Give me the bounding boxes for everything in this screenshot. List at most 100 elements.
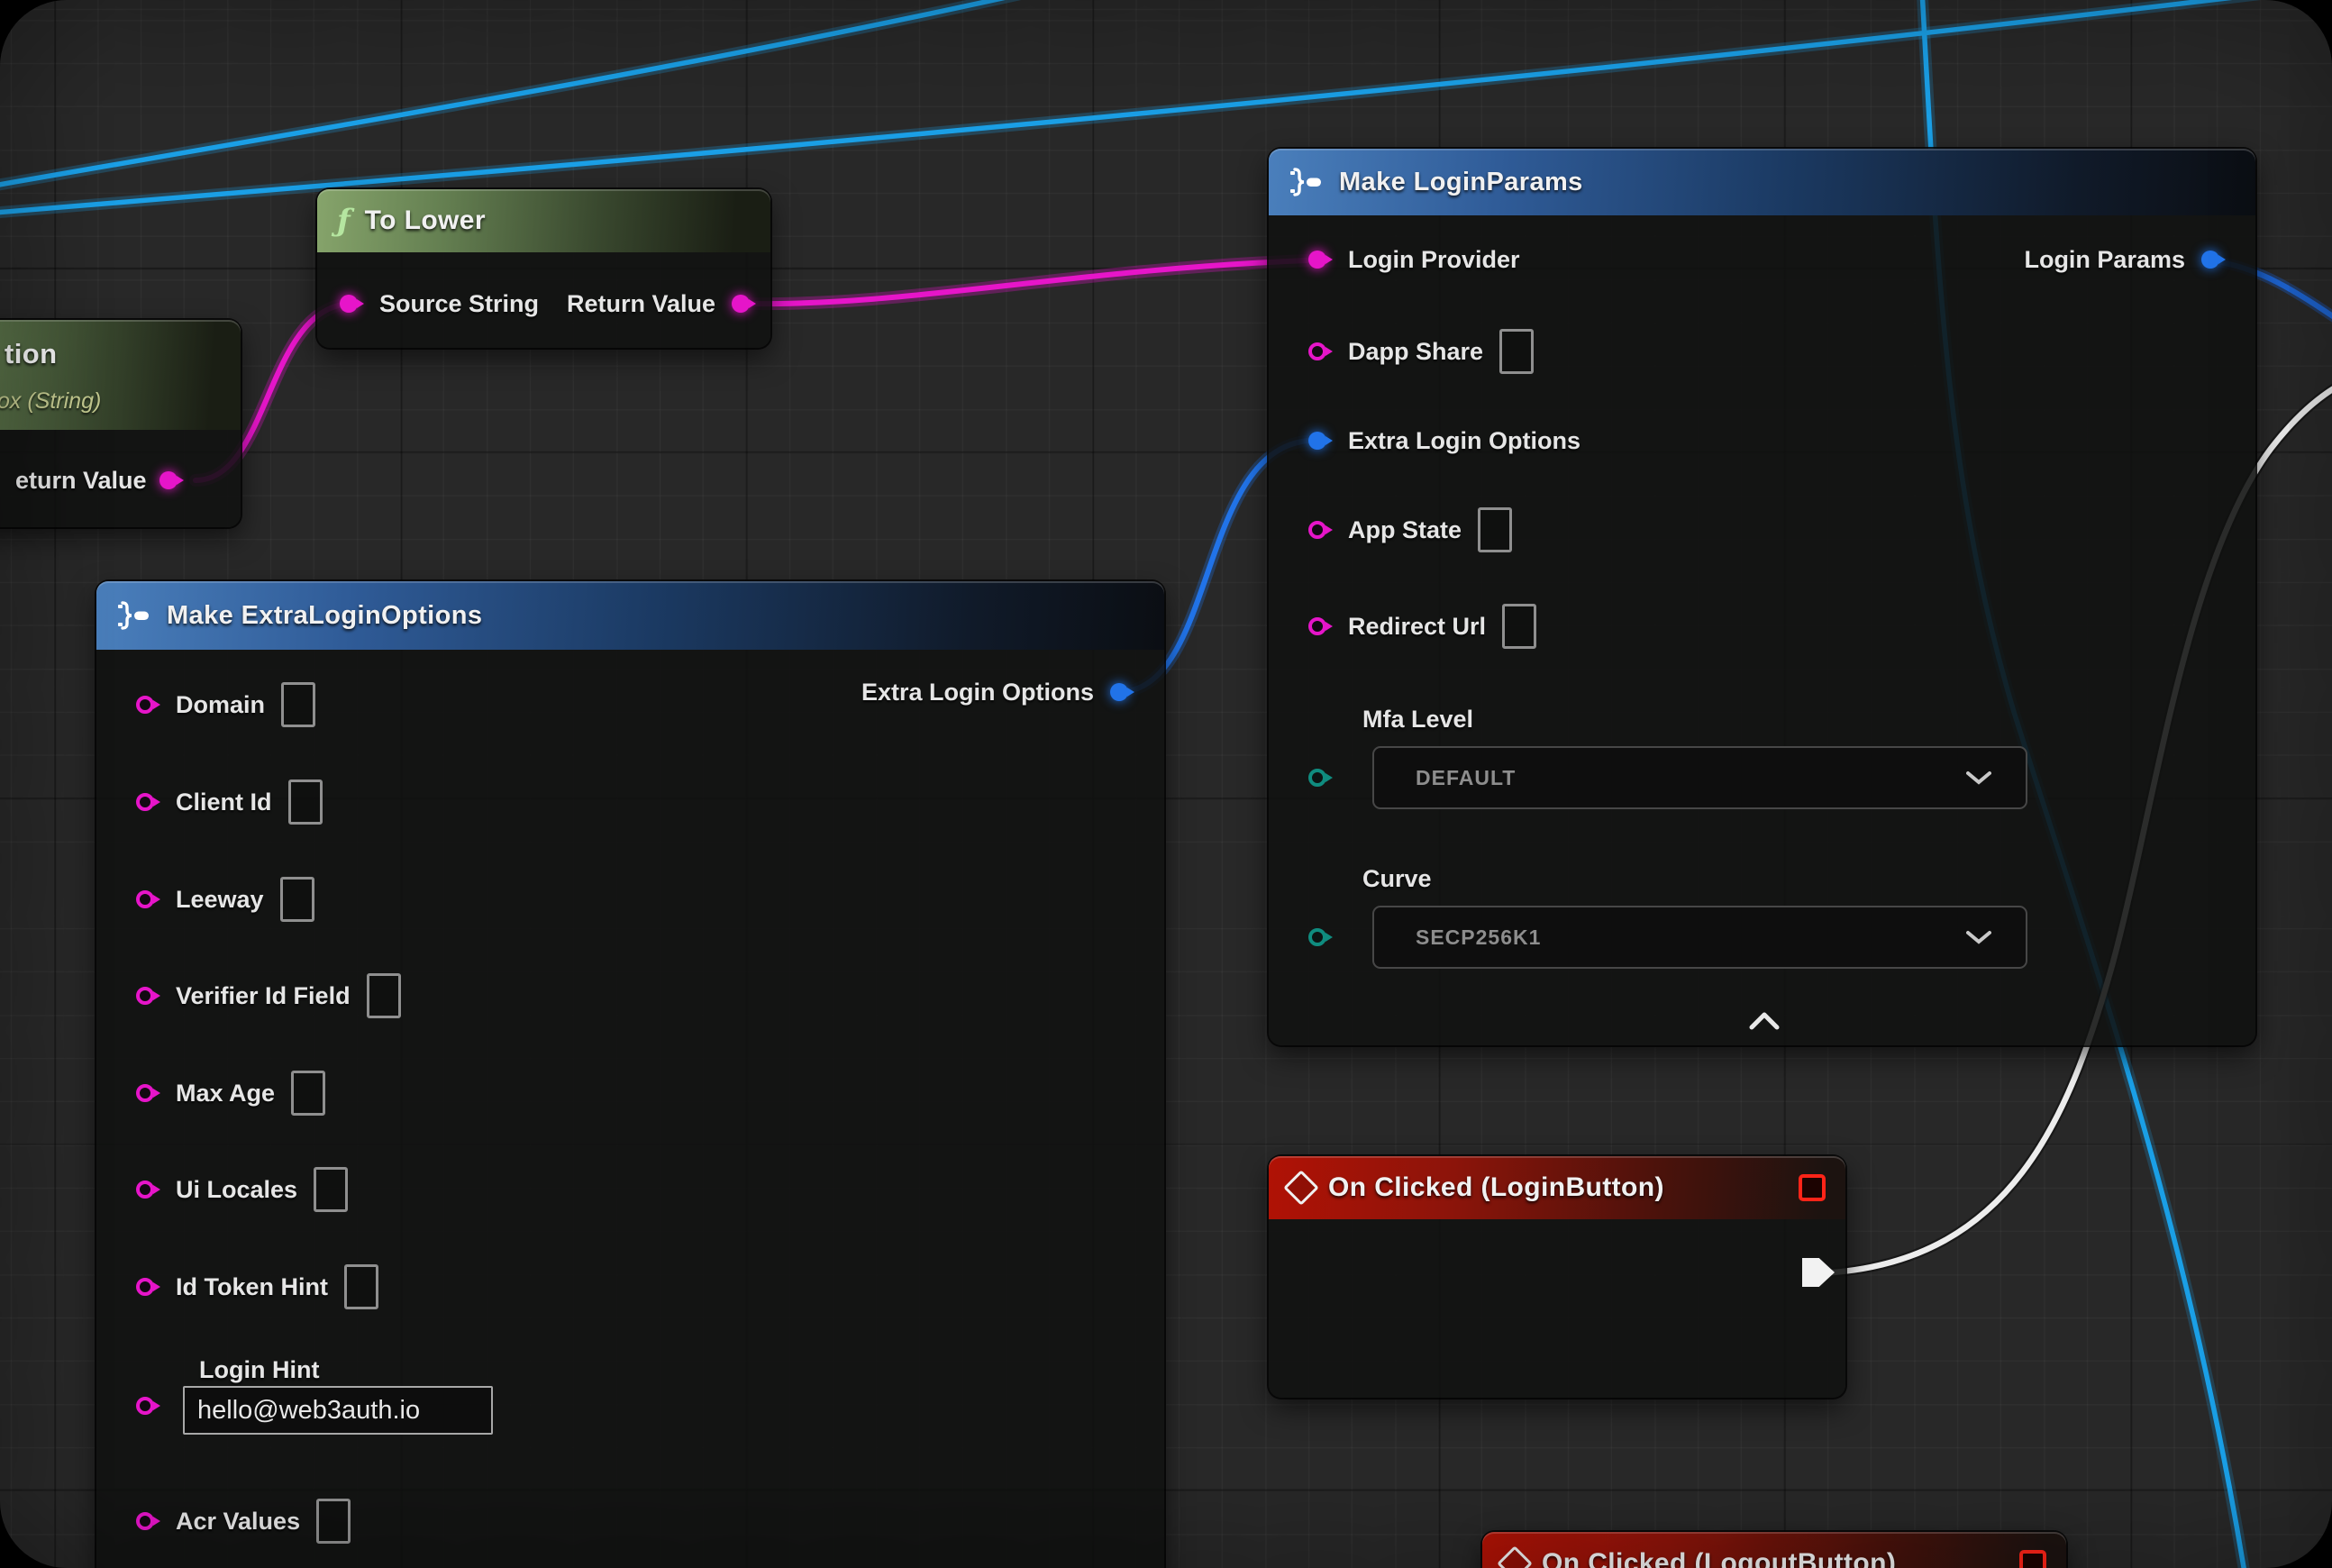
pin-label: eturn Value: [15, 467, 147, 495]
delegate-pin[interactable]: [1799, 1174, 1826, 1201]
checkbox[interactable]: [367, 973, 401, 1018]
collapse-node-chevron-icon[interactable]: [1748, 1012, 1781, 1030]
string-pin-output[interactable]: [159, 469, 183, 492]
node-on-clicked-logoutbutton-header[interactable]: On Clicked (LogoutButton): [1482, 1532, 2066, 1568]
pin-label: Acr Values: [176, 1508, 300, 1536]
pin-label: Redirect Url: [1348, 613, 1486, 641]
enum-pin[interactable]: [1308, 766, 1332, 789]
pin-row-domain: Domain: [136, 683, 315, 726]
pin-label: Return Value: [567, 290, 715, 318]
struct-pin-extra-login-options[interactable]: [1308, 429, 1332, 452]
node-make-login-params-header[interactable]: Make LoginParams: [1269, 149, 2255, 215]
string-pin[interactable]: [1308, 340, 1332, 363]
string-pin[interactable]: [1308, 518, 1332, 542]
function-icon: ƒ: [337, 205, 351, 236]
string-pin[interactable]: [136, 984, 159, 1007]
node-title-fragment: tion: [5, 338, 57, 370]
checkbox[interactable]: [344, 1264, 378, 1309]
exec-pin-output[interactable]: [1802, 1258, 1835, 1287]
curve-dropdown[interactable]: SECP256K1: [1372, 906, 2027, 969]
node-on-clicked-loginbutton-header[interactable]: On Clicked (LoginButton): [1269, 1156, 1845, 1219]
checkbox[interactable]: [288, 779, 323, 825]
checkbox[interactable]: [1478, 507, 1512, 552]
pin-row-extra-login-options-in: Extra Login Options: [1308, 419, 1580, 462]
struct-pin-output[interactable]: [2201, 248, 2225, 271]
string-pin[interactable]: [1308, 615, 1332, 638]
blueprint-graph-canvas[interactable]: tion ox (String) eturn Value ƒ To Lower …: [0, 0, 2332, 1568]
pin-row-ui-locales: Ui Locales: [136, 1168, 348, 1211]
pin-row-redirect-url: Redirect Url: [1308, 605, 1536, 648]
struct-pin-output[interactable]: [1110, 680, 1134, 704]
string-pin-return-value[interactable]: [732, 292, 755, 315]
pin-row-login-provider: Login Provider: [1308, 238, 1520, 281]
node-title: On Clicked (LogoutButton): [1542, 1548, 1896, 1568]
string-pin[interactable]: [136, 1394, 159, 1418]
pin-row-login-params-out: Login Params: [2024, 238, 2225, 281]
event-diamond-icon: [1283, 1170, 1319, 1206]
string-pin[interactable]: [136, 790, 159, 814]
node-subtitle-fragment: ox (String): [0, 388, 101, 415]
checkbox[interactable]: [314, 1167, 348, 1212]
node-to-lower-header[interactable]: ƒ To Lower: [317, 189, 770, 252]
delegate-pin[interactable]: [2019, 1550, 2046, 1568]
pin-label: Verifier Id Field: [176, 982, 351, 1010]
pin-row-acr-values: Acr Values: [136, 1500, 351, 1543]
string-pin[interactable]: [136, 1509, 159, 1533]
login-hint-input[interactable]: [183, 1386, 493, 1435]
pin-label: Login Provider: [1348, 246, 1520, 274]
pin-row-mfa-level: [1308, 756, 1332, 799]
node-on-clicked-loginbutton[interactable]: On Clicked (LoginButton): [1269, 1156, 1845, 1398]
node-title: Make LoginParams: [1339, 168, 1583, 197]
string-pin[interactable]: [136, 1178, 159, 1201]
pin-row-login-hint: [136, 1384, 159, 1427]
pin-label: App State: [1348, 516, 1462, 544]
make-struct-icon: [116, 599, 152, 632]
string-pin[interactable]: [136, 693, 159, 716]
pin-label: Dapp Share: [1348, 338, 1483, 366]
pin-row-id-token-hint: Id Token Hint: [136, 1265, 378, 1308]
wire-string-tolower-to-loginprovider: [742, 260, 1307, 304]
pin-label: Domain: [176, 691, 265, 719]
pin-row-source-string: Source String: [340, 282, 539, 325]
string-pin-source-string[interactable]: [340, 292, 363, 315]
node-clipped-function-header[interactable]: tion ox (String): [0, 320, 241, 430]
node-to-lower[interactable]: ƒ To Lower Source String Return Value: [317, 189, 770, 348]
checkbox[interactable]: [280, 877, 314, 922]
pin-label: Login Params: [2024, 246, 2185, 274]
make-struct-icon: [1289, 166, 1325, 198]
pin-row-leeway: Leeway: [136, 878, 314, 921]
enum-pin[interactable]: [1308, 925, 1332, 949]
pin-row-return-value: Return Value: [567, 282, 755, 325]
checkbox[interactable]: [291, 1071, 325, 1116]
node-title: On Clicked (LoginButton): [1328, 1172, 1664, 1203]
pin-row-extra-login-options-out: Extra Login Options: [861, 670, 1134, 714]
checkbox[interactable]: [1499, 329, 1534, 374]
curve-label: Curve: [1362, 865, 1432, 893]
string-pin[interactable]: [136, 888, 159, 911]
pin-row-curve: [1308, 916, 1332, 959]
pin-label: Id Token Hint: [176, 1273, 328, 1301]
login-hint-label: Login Hint: [199, 1356, 319, 1384]
node-make-login-params[interactable]: Make LoginParams Login Provider Login Pa…: [1269, 149, 2255, 1045]
node-make-extra-login-options-header[interactable]: Make ExtraLoginOptions: [96, 581, 1164, 650]
string-pin[interactable]: [136, 1275, 159, 1299]
mfa-level-label: Mfa Level: [1362, 706, 1473, 734]
node-on-clicked-logoutbutton[interactable]: On Clicked (LogoutButton): [1482, 1532, 2066, 1568]
pin-label: Max Age: [176, 1080, 275, 1108]
checkbox[interactable]: [1502, 604, 1536, 649]
node-make-extra-login-options[interactable]: Make ExtraLoginOptions Extra Login Optio…: [96, 581, 1164, 1568]
chevron-down-icon: [1966, 930, 1991, 944]
event-diamond-icon: [1497, 1545, 1533, 1568]
mfa-level-value: DEFAULT: [1416, 766, 1516, 790]
string-pin-login-provider[interactable]: [1308, 248, 1332, 271]
mfa-level-dropdown[interactable]: DEFAULT: [1372, 746, 2027, 809]
node-clipped-function[interactable]: tion ox (String) eturn Value: [0, 320, 241, 527]
pin-row-dapp-share: Dapp Share: [1308, 330, 1534, 373]
checkbox[interactable]: [281, 682, 315, 727]
pin-label: Client Id: [176, 789, 272, 816]
pin-label: Source String: [379, 290, 539, 318]
node-title: Make ExtraLoginOptions: [167, 601, 482, 631]
checkbox[interactable]: [316, 1499, 351, 1544]
string-pin[interactable]: [136, 1081, 159, 1105]
pin-row-client-id: Client Id: [136, 780, 323, 824]
